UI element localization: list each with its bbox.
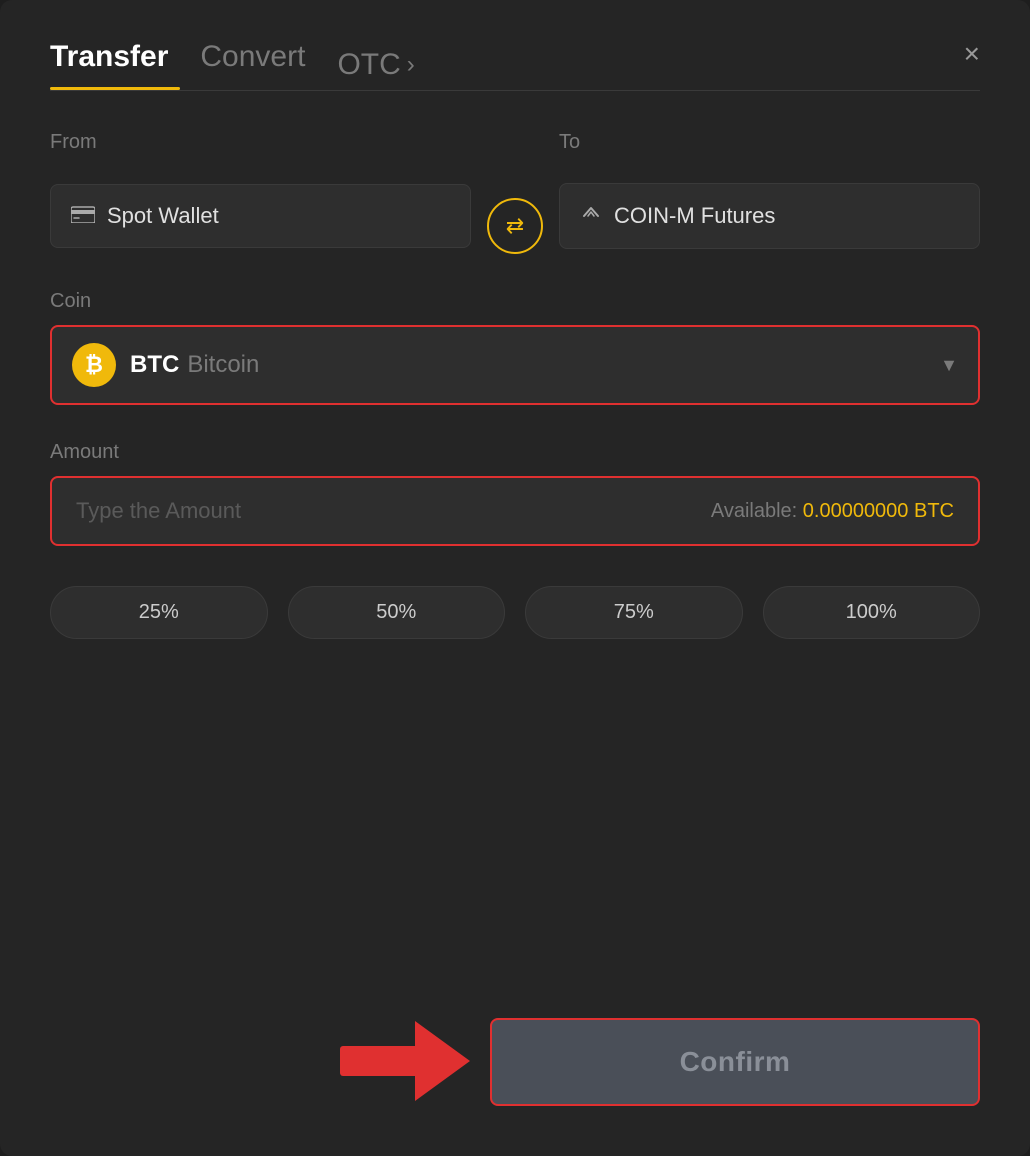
tab-convert[interactable]: Convert [200, 40, 305, 90]
modal-header: Transfer Convert OTC › × [50, 40, 980, 90]
percentage-row: 25% 50% 75% 100% [50, 586, 980, 639]
tab-otc[interactable]: OTC › [337, 48, 414, 82]
swap-button[interactable]: ⇄ [487, 198, 543, 254]
confirm-button[interactable]: Confirm [490, 1018, 980, 1106]
transfer-modal: Transfer Convert OTC › × From To [0, 0, 1030, 1156]
otc-chevron-icon: › [407, 51, 415, 79]
tab-transfer[interactable]: Transfer [50, 40, 168, 90]
coin-selector[interactable]: ₿ BTC Bitcoin ▼ [50, 325, 980, 405]
wallet-card-icon [71, 203, 95, 229]
pct-100-button[interactable]: 100% [763, 586, 981, 639]
active-tab-indicator [50, 87, 180, 90]
to-wallet-selector[interactable]: COIN-M Futures [559, 183, 980, 249]
arrow-indicator [340, 1016, 470, 1106]
amount-box: Type the Amount Available: 0.00000000 BT… [50, 476, 980, 546]
pct-25-button[interactable]: 25% [50, 586, 268, 639]
coin-dropdown-arrow-icon: ▼ [940, 355, 958, 376]
coin-section: Coin ₿ BTC Bitcoin ▼ [50, 290, 980, 405]
from-to-row: Spot Wallet ⇄ COIN-M Futures [50, 178, 980, 254]
coin-name: Bitcoin [187, 351, 259, 379]
from-wallet-selector[interactable]: Spot Wallet [50, 184, 471, 248]
amount-section: Amount Type the Amount Available: 0.0000… [50, 441, 980, 546]
swap-arrows-icon: ⇄ [506, 213, 524, 239]
bottom-row: Confirm [50, 1018, 980, 1106]
header-divider [50, 90, 980, 91]
to-label: To [559, 131, 980, 154]
amount-label: Amount [50, 441, 980, 464]
from-to-section: From To Spot Wallet ⇄ [50, 131, 980, 254]
available-value: 0.00000000 BTC [803, 500, 954, 522]
from-to-labels: From To [50, 131, 980, 166]
pct-50-button[interactable]: 50% [288, 586, 506, 639]
coin-label: Coin [50, 290, 980, 313]
close-button[interactable]: × [964, 40, 980, 68]
to-wallet-name: COIN-M Futures [614, 203, 775, 229]
from-label: From [50, 131, 471, 154]
pct-75-button[interactable]: 75% [525, 586, 743, 639]
futures-arrow-icon [580, 202, 602, 230]
red-arrow-icon [340, 1016, 470, 1106]
amount-placeholder: Type the Amount [76, 498, 241, 524]
available-balance: Available: 0.00000000 BTC [711, 500, 954, 523]
from-wallet-name: Spot Wallet [107, 203, 219, 229]
btc-icon: ₿ [72, 343, 116, 387]
coin-ticker: BTC [130, 351, 179, 379]
